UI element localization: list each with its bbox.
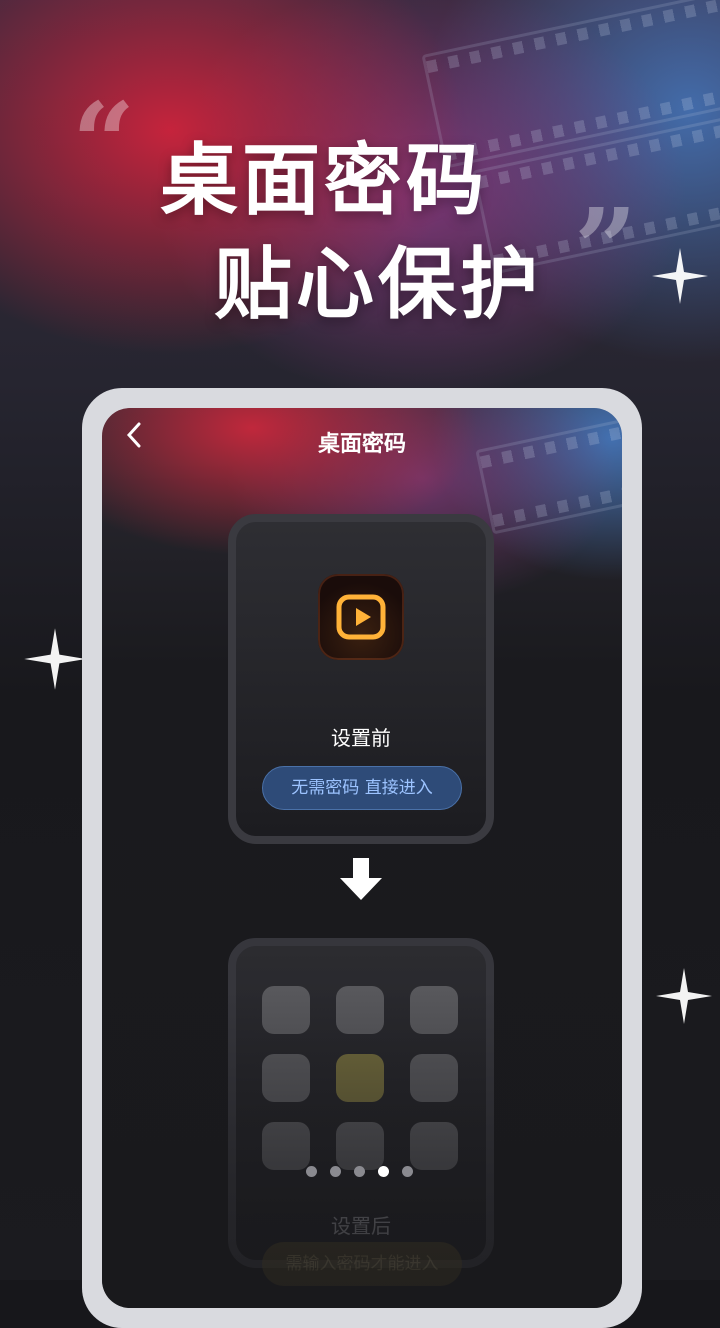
no-password-badge: 无需密码 直接进入 <box>262 766 462 810</box>
app-tile <box>262 986 310 1034</box>
open-quote-mark: “ <box>72 78 136 207</box>
sparkle-icon <box>22 626 88 692</box>
after-preview-card: 设置后 需输入密码才能进入 <box>228 938 494 1286</box>
page-dot-active[interactable] <box>378 1166 389 1177</box>
headline-line-1: 桌面密码 <box>160 136 489 226</box>
before-preview-card: 设置前 无需密码 直接进入 <box>228 514 494 844</box>
app-tile-highlighted <box>336 1054 384 1102</box>
video-app-icon <box>318 574 404 660</box>
app-tile <box>410 1122 458 1170</box>
sparkle-icon <box>654 966 714 1026</box>
sparkle-icon <box>650 246 710 306</box>
phone-screen: 桌面密码 设置前 无需密码 直接进入 设置后 需输入密码才能进入 <box>102 408 622 1308</box>
app-tile <box>336 1122 384 1170</box>
page-dot[interactable] <box>354 1166 365 1177</box>
page-dot[interactable] <box>330 1166 341 1177</box>
after-label: 设置后 <box>331 1214 391 1238</box>
screen-title: 桌面密码 <box>317 432 406 457</box>
arrow-down-icon <box>340 858 382 900</box>
close-quote-mark: ” <box>574 184 638 313</box>
app-tile <box>410 1054 458 1102</box>
password-required-badge: 需输入密码才能进入 <box>262 1242 462 1286</box>
app-tile <box>410 986 458 1034</box>
before-label: 设置前 <box>331 726 391 750</box>
app-tile <box>336 986 384 1034</box>
page-dot[interactable] <box>306 1166 317 1177</box>
page-dot[interactable] <box>402 1166 413 1177</box>
headline-line-2: 贴心保护 <box>214 240 543 330</box>
app-tile <box>262 1122 310 1170</box>
app-tile <box>262 1054 310 1102</box>
